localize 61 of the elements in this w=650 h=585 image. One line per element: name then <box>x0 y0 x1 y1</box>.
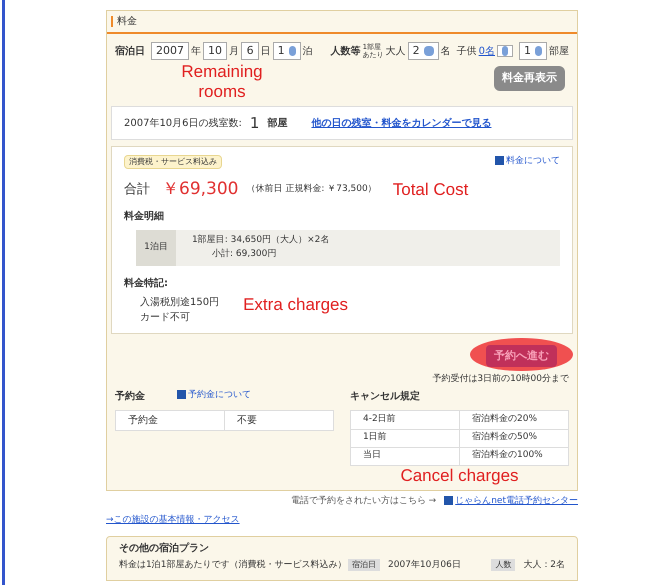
label: 2007年10月06日 <box>388 558 462 572</box>
annotation-text: Remaining rooms <box>180 62 264 102</box>
label: 電話で予約をされたい方はこちら → <box>290 494 436 508</box>
dropdown[interactable]: 1 <box>519 42 547 60</box>
date-badge: 宿泊日 <box>348 559 380 572</box>
tax-badge: 消費税・サービス料込み <box>124 155 222 169</box>
label: 大人：2名 <box>523 558 565 572</box>
label: 部屋 <box>549 44 569 58</box>
dropdown[interactable]: 2 <box>408 42 439 60</box>
dropdown[interactable]: 1 <box>272 42 301 60</box>
label: 予約金 <box>115 390 145 404</box>
table-cell-text: 4-2日前 <box>362 412 397 426</box>
table-cell-text: 当日 <box>362 448 382 462</box>
label: キャンセル規定 <box>350 389 421 404</box>
label: 月 <box>229 44 239 58</box>
label: 日 <box>260 44 271 58</box>
panel-title: 料金 <box>117 14 137 29</box>
refresh-button[interactable]: 料金再表示 <box>494 66 565 90</box>
annotation-text: Extra charges <box>243 294 348 314</box>
people-badge: 人数 <box>491 559 516 572</box>
phone-center-link[interactable]: じゃらんnet電話予約センター <box>444 494 578 508</box>
total-price: ￥69,300 <box>162 178 238 201</box>
label: 料金は1泊1部屋あたりです（消費税・サービス料込み） <box>119 558 348 572</box>
table-cell: 宿泊料金の20% <box>459 410 568 428</box>
table-cell: 宿泊料金の100% <box>459 448 568 464</box>
price-info-link[interactable]: 料金について <box>495 155 560 169</box>
table-cell-text: 予約金 <box>127 414 159 428</box>
label: 料金特記: <box>124 276 169 290</box>
label: 合計 <box>124 181 150 199</box>
label: （休前日 正規料金: ￥73,500） <box>246 183 377 196</box>
label: 2007年10月6日の残室数: <box>124 116 242 130</box>
room-count: 1 <box>250 112 260 134</box>
annotation-text: Total Cost <box>392 180 468 200</box>
label: 名 <box>440 44 451 58</box>
facility-link[interactable]: →この施設の基本情報・アクセス <box>106 514 240 528</box>
table-cell: 宿泊料金の50% <box>459 430 568 446</box>
deposit-info-link[interactable]: 予約金について <box>177 389 251 403</box>
breakdown-line: 1部屋目: 34,650円（大人）×2名 <box>192 234 330 247</box>
label: 部屋 <box>267 116 288 130</box>
label: 料金明細 <box>124 210 165 224</box>
breakdown-line: 小計: 69,300円 <box>211 248 278 260</box>
night-cell: 1泊目 <box>136 230 176 266</box>
label: 人数等 <box>330 44 361 58</box>
label: 宿泊日 <box>115 44 145 58</box>
calendar-link[interactable]: 他の日の残室・料金をカレンダーで見る <box>311 116 492 130</box>
text-field[interactable]: 6 <box>241 42 259 60</box>
label: 年 <box>191 44 201 58</box>
children-link[interactable]: 0名 <box>478 44 495 58</box>
note-line: 入湯税別途150円 <box>140 296 220 310</box>
text-field[interactable]: 2007 <box>151 42 189 60</box>
label: 予約受付は3日前の10時00分まで <box>432 373 569 386</box>
dropdown[interactable] <box>497 45 513 57</box>
table-cell-text: 1日前 <box>362 430 388 444</box>
text-field[interactable]: 10 <box>203 42 227 60</box>
label: 子供 <box>456 44 477 58</box>
table-cell: 不要 <box>224 410 333 430</box>
label: 泊 <box>302 44 313 58</box>
label: 大人 <box>386 44 406 58</box>
note-line: カード不可 <box>140 310 191 324</box>
label: その他の宿泊プラン <box>119 541 210 556</box>
annotation-text: Cancel charges <box>400 466 519 486</box>
